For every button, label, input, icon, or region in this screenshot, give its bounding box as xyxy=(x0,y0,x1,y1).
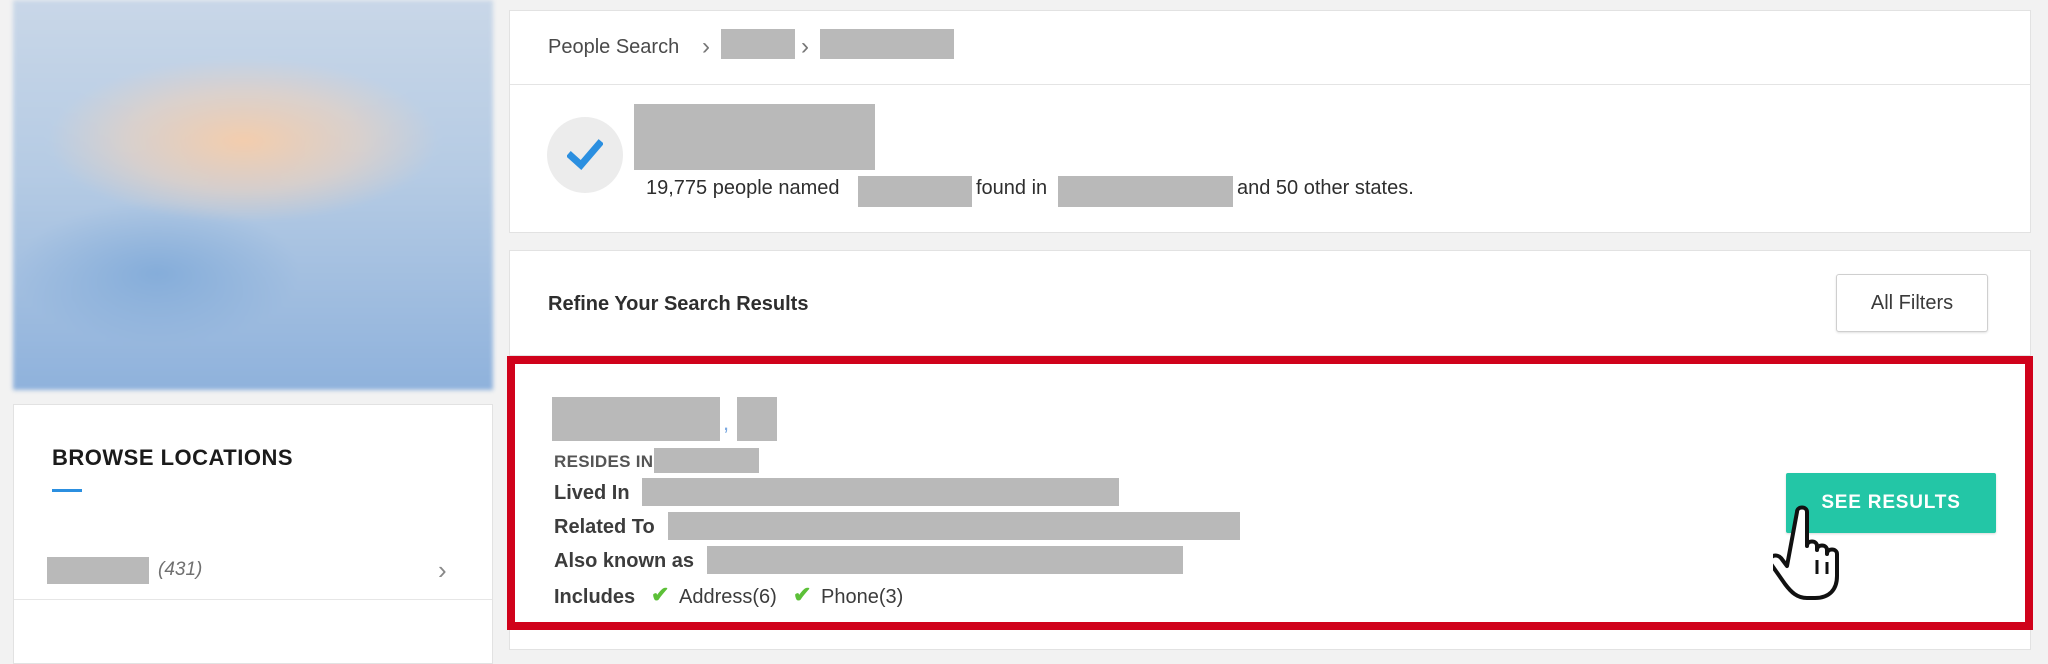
searched-name-redacted xyxy=(634,104,875,170)
lived-in-value-redacted xyxy=(642,478,1119,506)
summary-count-text: 19,775 people named xyxy=(646,177,840,199)
summary-name-redacted xyxy=(858,176,972,207)
check-icon: ✔ xyxy=(651,582,670,607)
result-age-redacted xyxy=(737,397,777,441)
breadcrumb-item-redacted[interactable] xyxy=(721,29,795,59)
hand-cursor-icon xyxy=(1773,505,1839,600)
browse-locations-card: BROWSE LOCATIONS (431) › xyxy=(13,404,493,664)
verified-check-badge xyxy=(547,117,623,193)
summary-state-redacted xyxy=(1058,176,1233,207)
check-icon: ✔ xyxy=(793,582,812,607)
breadcrumb-people-search[interactable]: People Search xyxy=(548,36,679,59)
chevron-right-icon: › xyxy=(801,33,809,60)
summary-other-states-text: and 50 other states. xyxy=(1237,177,1414,199)
chevron-right-icon: › xyxy=(702,33,710,60)
map-thumbnail xyxy=(13,0,493,390)
check-icon xyxy=(567,139,603,171)
result-name-redacted[interactable] xyxy=(552,397,720,441)
includes-phone: Phone(3) xyxy=(821,586,904,608)
location-name-redacted xyxy=(47,557,149,584)
includes-address: Address(6) xyxy=(679,586,777,608)
lived-in-label: Lived In xyxy=(554,482,630,504)
all-filters-button[interactable]: All Filters xyxy=(1836,274,1988,332)
title-underline xyxy=(52,489,82,492)
result-card[interactable]: , RESIDES IN Lived In Related To Also kn… xyxy=(507,356,2033,630)
resides-in-label: RESIDES IN xyxy=(554,452,654,471)
also-known-as-label: Also known as xyxy=(554,550,695,572)
includes-label: Includes xyxy=(554,586,636,608)
breadcrumb-item-redacted[interactable] xyxy=(820,29,954,59)
resides-in-value-redacted xyxy=(654,448,759,473)
related-to-value-redacted xyxy=(668,512,1240,540)
chevron-right-icon: › xyxy=(438,555,447,585)
related-to-label: Related To xyxy=(554,516,655,538)
summary-found-in-text: found in xyxy=(976,177,1048,199)
location-row[interactable]: (431) › xyxy=(14,543,492,600)
search-summary-card: People Search › › 19,775 people named fo… xyxy=(509,10,2031,233)
refine-title: Refine Your Search Results xyxy=(548,293,809,315)
browse-locations-title: BROWSE LOCATIONS xyxy=(52,445,294,470)
name-comma: , xyxy=(723,410,730,435)
location-count: (431) xyxy=(158,559,203,580)
also-known-as-value-redacted xyxy=(707,546,1183,574)
divider xyxy=(510,84,2030,85)
